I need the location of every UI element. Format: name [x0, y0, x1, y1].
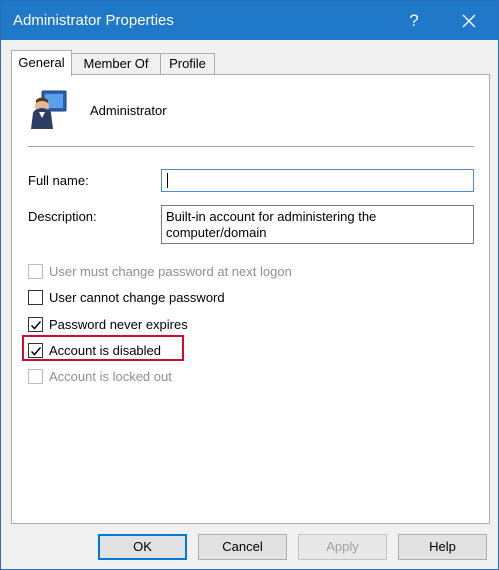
properties-dialog: Administrator Properties ? General Membe… [0, 0, 499, 570]
tab-general[interactable]: General [11, 50, 72, 76]
window-title: Administrator Properties [13, 12, 174, 29]
text-caret [167, 173, 168, 188]
description-input[interactable]: Built-in account for administering the c… [161, 205, 474, 244]
cancel-button[interactable]: Cancel [198, 534, 287, 560]
checkbox-account-locked-out[interactable]: Account is locked out [28, 366, 172, 386]
close-icon[interactable] [452, 7, 486, 35]
checkbox-box[interactable] [28, 316, 43, 332]
title-bar[interactable]: Administrator Properties ? [1, 1, 498, 40]
checkmark-icon [30, 320, 42, 330]
apply-button[interactable]: Apply [298, 534, 387, 560]
general-panel: Administrator Full name: Description: Bu… [11, 74, 490, 524]
checkbox-label: User must change password at next logon [49, 263, 292, 279]
help-icon[interactable]: ? [399, 7, 429, 35]
full-name-input[interactable] [161, 169, 474, 192]
annotation-highlight-box [22, 335, 184, 361]
checkbox-label: Password never expires [49, 316, 188, 332]
checkbox-box[interactable] [28, 289, 43, 305]
tab-profile[interactable]: Profile [160, 53, 215, 75]
checkbox-label: Account is locked out [49, 368, 172, 384]
full-name-label: Full name: [28, 173, 89, 188]
checkbox-box[interactable] [28, 263, 43, 279]
checkbox-label: User cannot change password [49, 289, 225, 305]
checkbox-must-change-password[interactable]: User must change password at next logon [28, 261, 292, 281]
user-icon [30, 89, 68, 131]
tab-member-of[interactable]: Member Of [71, 53, 161, 75]
checkbox-cannot-change-password[interactable]: User cannot change password [28, 287, 225, 307]
description-label: Description: [28, 209, 97, 224]
checkbox-password-never-expires[interactable]: Password never expires [28, 314, 188, 334]
ok-button[interactable]: OK [98, 534, 187, 560]
help-button[interactable]: Help [398, 534, 487, 560]
user-name: Administrator [90, 103, 167, 118]
divider [28, 146, 474, 147]
checkbox-box[interactable] [28, 368, 43, 384]
